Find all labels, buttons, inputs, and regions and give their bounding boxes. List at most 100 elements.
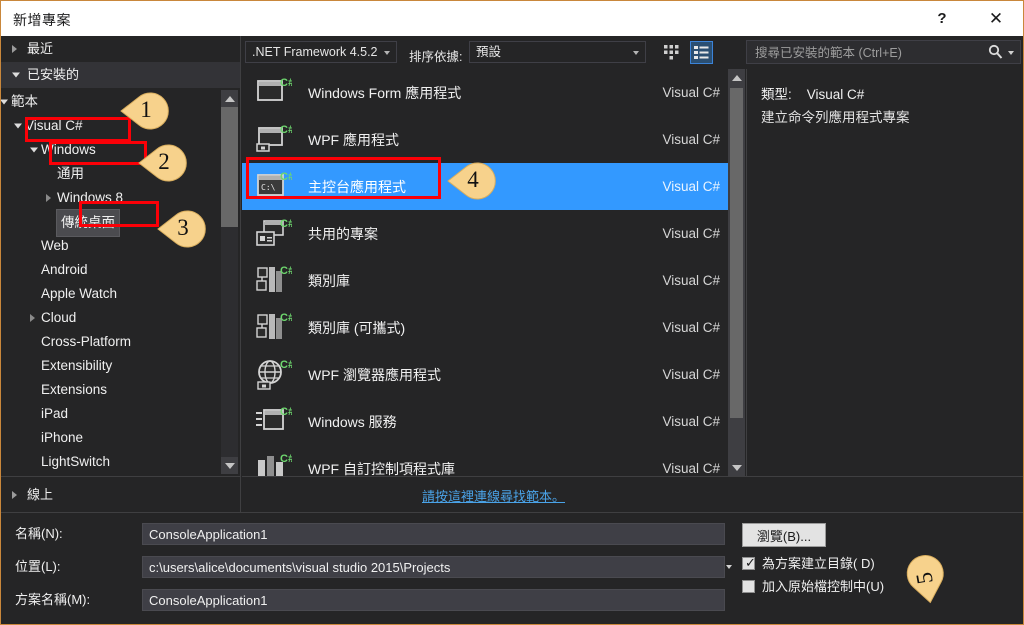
online-templates-link[interactable]: 請按這裡連線尋找範本。	[422, 486, 565, 505]
tree-item[interactable]: Cross-Platform	[1, 330, 241, 354]
scrollbar-thumb[interactable]	[221, 107, 238, 227]
search-box[interactable]	[746, 40, 1021, 65]
scroll-down-icon[interactable]	[728, 459, 745, 476]
browse-button[interactable]: 瀏覽(B)...	[742, 523, 826, 547]
name-row: 名稱(N):	[1, 523, 741, 545]
sort-select[interactable]: 預設	[469, 41, 646, 63]
chevron-right-icon[interactable]	[46, 194, 51, 202]
group-recent[interactable]: 最近	[1, 36, 240, 62]
tree-item[interactable]: 通用	[1, 162, 241, 186]
category-tree[interactable]: 範本 Visual C# Windows 通用 Windows 8 傳統桌面 Web Andr…	[1, 90, 241, 474]
search-input[interactable]	[753, 41, 987, 65]
template-description: 建立命令列應用程式專案	[761, 110, 910, 125]
tree-item[interactable]: Windows	[1, 138, 241, 162]
list-view-button[interactable]	[690, 41, 713, 64]
template-language: Visual C#	[662, 132, 720, 147]
tree-item-label: Extensibility	[41, 358, 113, 373]
template-row[interactable]: C# 類別庫 Visual C#	[242, 257, 742, 304]
tree-item[interactable]: iPad	[1, 402, 241, 426]
checkbox-box[interactable]: ✓	[742, 556, 756, 570]
tree-item[interactable]: 傳統桌面	[1, 209, 241, 237]
template-info-pane: 類型: Visual C# 建立命令列應用程式專案	[746, 69, 1023, 476]
template-list[interactable]: C# Windows Form 應用程式 Visual C# C# WPF 應用程式 Vi…	[242, 69, 742, 476]
template-name: WPF 瀏覽器應用程式	[308, 366, 441, 383]
scroll-down-icon[interactable]	[221, 457, 238, 474]
grid-view-button[interactable]	[660, 41, 683, 64]
tree-item[interactable]: Android	[1, 258, 241, 282]
template-row[interactable]: C# Windows 服務 Visual C#	[242, 398, 742, 445]
source-control-checkbox[interactable]: 加入原始檔控制中(U)	[742, 577, 884, 597]
tree-item[interactable]: Cloud	[1, 306, 241, 330]
create-directory-checkbox[interactable]: ✓ 為方案建立目錄( D)	[742, 554, 875, 574]
tree-item-label: Visual C#	[25, 118, 83, 133]
template-list-scrollbar[interactable]	[728, 69, 745, 476]
group-online[interactable]: 線上	[1, 482, 240, 508]
template-row[interactable]: C# 類別庫 (可攜式) Visual C#	[242, 304, 742, 351]
tree-item[interactable]: 範本	[1, 90, 241, 114]
chevron-down-icon	[633, 51, 639, 55]
create-directory-label: 為方案建立目錄( D)	[762, 556, 875, 571]
tree-item-label: iPad	[41, 406, 69, 421]
tree-item-label: 範本	[11, 94, 38, 109]
template-language: Visual C#	[662, 273, 720, 288]
tree-item[interactable]: Web	[1, 234, 241, 258]
template-name: WPF 應用程式	[308, 131, 399, 148]
chevron-right-icon[interactable]	[30, 314, 35, 322]
chevron-down-icon[interactable]	[1008, 51, 1014, 55]
category-scrollbar[interactable]	[221, 90, 238, 474]
search-icon[interactable]	[988, 44, 1003, 65]
chevron-down-icon[interactable]	[14, 123, 22, 129]
tree-item[interactable]: iPhone	[1, 426, 241, 450]
template-row[interactable]: C# WPF 應用程式 Visual C#	[242, 116, 742, 163]
categories-pane: 最近 已安裝的 範本 Visual C# Windows 通用 Windows 8 傳統桌…	[1, 36, 241, 476]
svg-text:C#: C#	[280, 124, 292, 136]
template-row[interactable]: C# WPF 自訂控制項程式庫 Visual C#	[242, 445, 742, 476]
tree-item-label: Windows	[41, 142, 96, 157]
template-row[interactable]: C:\ C# 主控台應用程式 Visual C#	[242, 163, 742, 210]
console-icon: C:\ C#	[256, 170, 294, 204]
template-row[interactable]: C# WPF 瀏覽器應用程式 Visual C#	[242, 351, 742, 398]
location-row: 位置(L):	[1, 556, 741, 578]
scrollbar-thumb[interactable]	[730, 88, 743, 418]
online-templates-link-row: 請按這裡連線尋找範本。	[242, 476, 1023, 512]
online-row: 線上	[1, 476, 241, 512]
source-control-label: 加入原始檔控制中(U)	[762, 579, 885, 594]
tree-item-label: 通用	[57, 166, 84, 181]
tree-item[interactable]: Apple Watch	[1, 282, 241, 306]
group-installed[interactable]: 已安裝的	[1, 62, 240, 88]
grid-icon	[664, 45, 679, 60]
framework-value: .NET Framework 4.5.2	[252, 45, 378, 59]
chevron-down-icon[interactable]	[1, 99, 8, 105]
shared-project-icon: C#	[256, 217, 294, 251]
template-row[interactable]: C# 共用的專案 Visual C#	[242, 210, 742, 257]
tree-item[interactable]: Extensions	[1, 378, 241, 402]
svg-text:C:\: C:\	[261, 183, 276, 192]
solution-name-input[interactable]	[142, 589, 725, 611]
chevron-down-icon[interactable]	[30, 147, 38, 153]
list-icon	[694, 46, 709, 59]
group-recent-label: 最近	[27, 41, 54, 56]
scroll-up-icon[interactable]	[728, 69, 745, 86]
close-icon[interactable]: ✕	[973, 1, 1019, 36]
chevron-down-icon[interactable]	[726, 565, 732, 569]
tree-item[interactable]: Extensibility	[1, 354, 241, 378]
name-input[interactable]	[142, 523, 725, 545]
tree-item-label: Web	[41, 238, 69, 253]
chevron-down-icon	[12, 72, 20, 78]
svg-text:C#: C#	[280, 265, 292, 277]
help-button[interactable]: ?	[919, 1, 965, 36]
checkbox-box[interactable]	[742, 580, 755, 593]
tree-item[interactable]: Windows 8	[1, 186, 241, 210]
template-row[interactable]: C# Windows Form 應用程式 Visual C#	[242, 69, 742, 116]
scroll-up-icon[interactable]	[221, 90, 238, 107]
tree-item[interactable]: LightSwitch	[1, 450, 241, 474]
tree-item-label: Cross-Platform	[41, 334, 132, 349]
template-name: 類別庫 (可攜式)	[308, 319, 406, 336]
template-name: Windows Form 應用程式	[308, 84, 462, 101]
globe-icon: C#	[256, 358, 294, 392]
location-input[interactable]	[142, 556, 725, 578]
template-language: Visual C#	[662, 414, 720, 429]
tree-item[interactable]: Visual C#	[1, 114, 241, 138]
chevron-right-icon	[12, 491, 17, 499]
framework-select[interactable]: .NET Framework 4.5.2	[245, 41, 397, 63]
